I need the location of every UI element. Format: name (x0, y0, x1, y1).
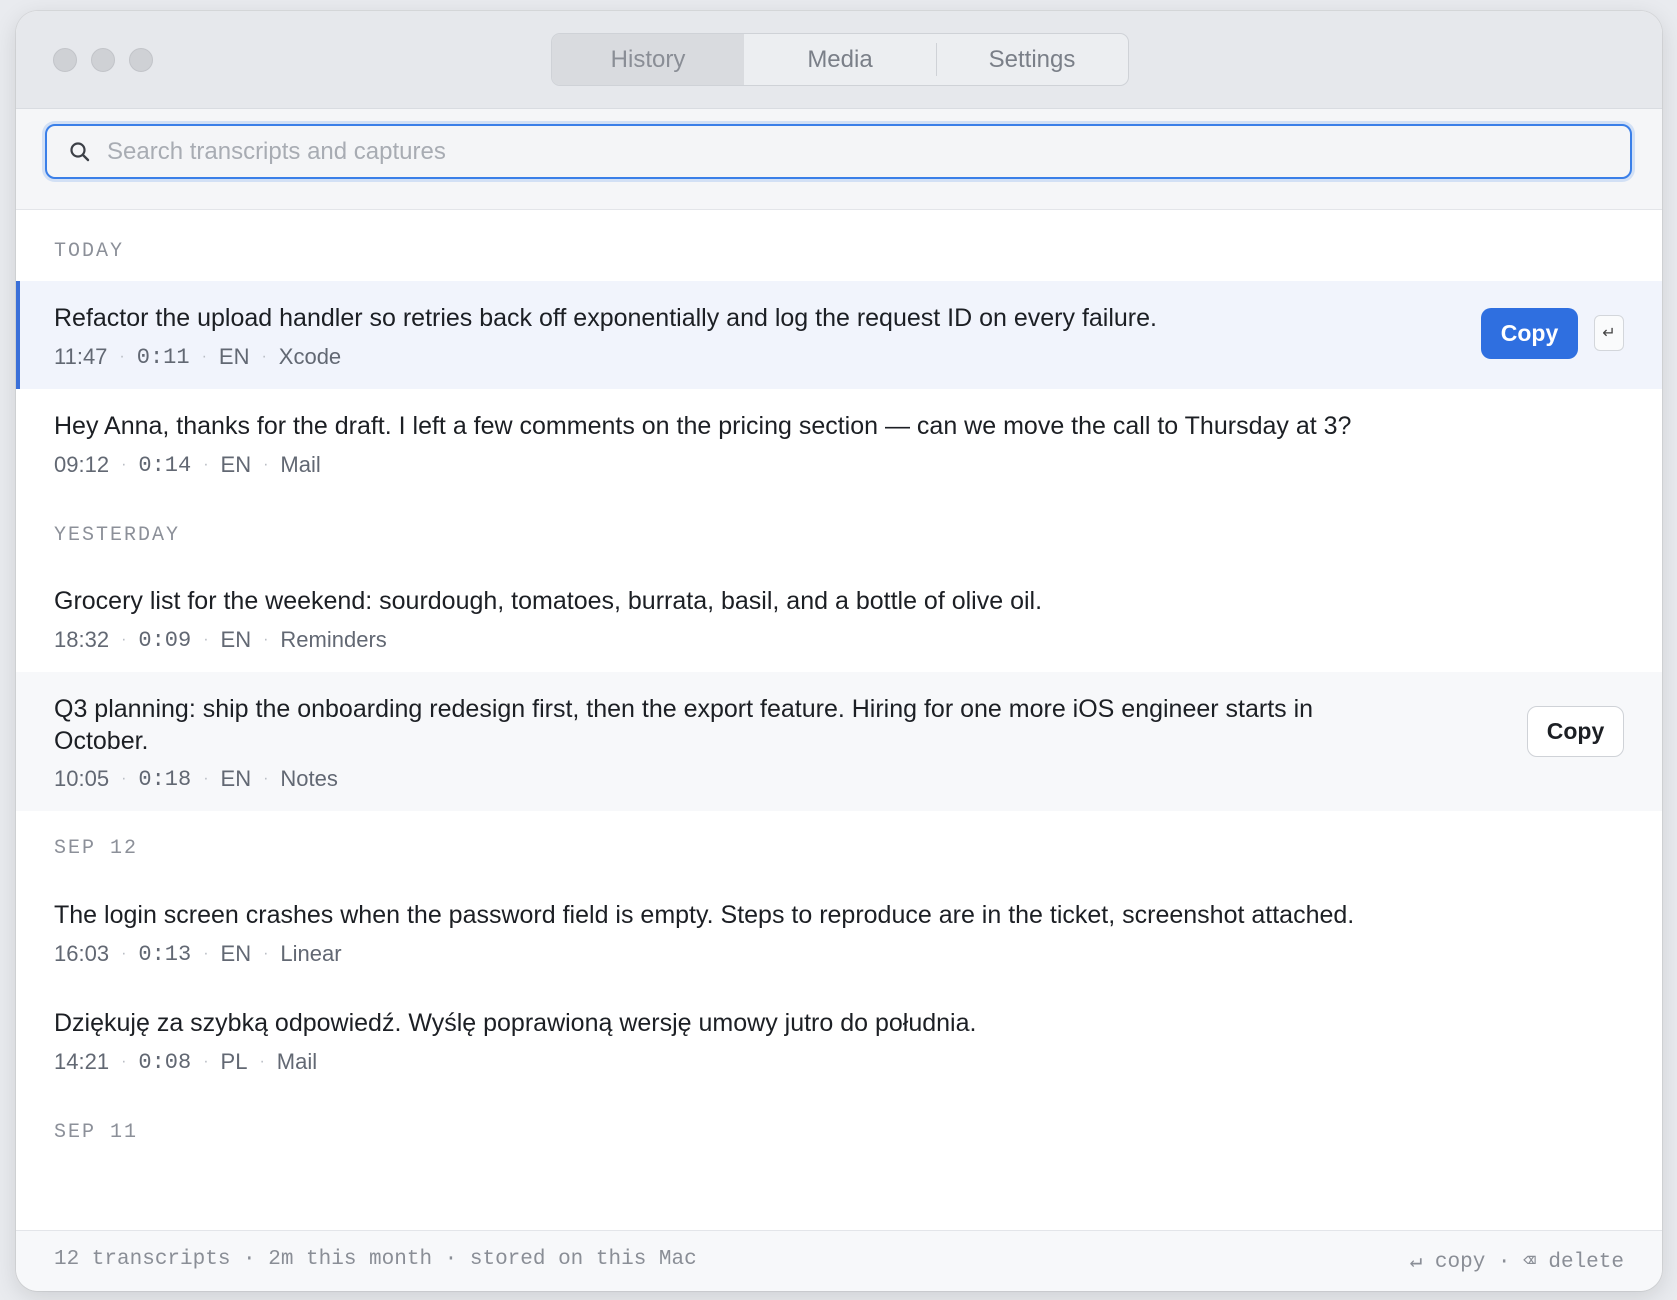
meta-separator: · (121, 1053, 127, 1070)
transcript-language: EN (218, 344, 250, 369)
meta-separator: · (263, 945, 269, 962)
meta-separator: · (119, 348, 125, 365)
meta-separator: · (203, 631, 209, 648)
section-heading-sep-12: SEP 12 (54, 837, 139, 860)
transcript-row[interactable]: Q3 planning: ship the onboarding redesig… (16, 672, 1662, 811)
transcript-duration: 0:13 (138, 941, 192, 967)
zoom-window-button[interactable] (129, 48, 153, 72)
transcript-app: Reminders (280, 627, 387, 652)
footer-summary: 12 transcripts · 2m this month · stored … (54, 1248, 697, 1271)
transcript-duration: 0:18 (138, 766, 192, 792)
transcript-app: Mail (276, 1049, 318, 1074)
transcript-duration: 0:11 (136, 344, 190, 370)
transcript-time: 09:12 (54, 452, 110, 477)
transcript-row[interactable]: Refactor the upload handler so retries b… (16, 281, 1662, 389)
transcript-language: EN (220, 452, 252, 477)
transcript-meta: 11:47 · 0:11 · EN · Xcode (54, 344, 341, 370)
search-input[interactable] (107, 137, 1507, 166)
meta-separator: · (203, 1053, 209, 1070)
meta-separator: · (201, 348, 207, 365)
transcript-meta: 16:03 · 0:13 · EN · Linear (54, 941, 342, 967)
transcript-list: TODAY Refactor the upload handler so ret… (16, 210, 1662, 1230)
copy-button[interactable]: Copy (1527, 706, 1624, 757)
transcript-language: EN (220, 627, 252, 652)
meta-separator: · (263, 631, 269, 648)
transcript-duration: 0:14 (138, 452, 192, 478)
meta-separator: · (121, 945, 127, 962)
tab-history[interactable]: History (552, 34, 744, 85)
transcript-time: 11:47 (54, 344, 108, 369)
copy-button[interactable]: Copy (1481, 308, 1578, 359)
transcript-app: Mail (280, 452, 321, 477)
transcript-meta: 18:32 · 0:09 · EN · Reminders (54, 627, 387, 653)
status-footer: 12 transcripts · 2m this month · stored … (16, 1230, 1662, 1291)
transcript-app: Linear (280, 941, 342, 966)
search-bar (16, 109, 1662, 210)
transcript-time: 16:03 (54, 941, 110, 966)
transcript-text: The login screen crashes when the passwo… (54, 901, 1355, 929)
meta-separator: · (121, 770, 127, 787)
meta-separator: · (203, 770, 209, 787)
transcript-language: EN (220, 941, 252, 966)
transcript-row[interactable]: Grocery list for the weekend: sourdough,… (16, 564, 1662, 672)
transcript-time: 14:21 (54, 1049, 110, 1074)
return-key-icon[interactable]: ↵ (1594, 315, 1624, 351)
footer-shortcut-hints: ↵ copy · ⌫ delete (1409, 1251, 1624, 1274)
meta-separator: · (263, 770, 269, 787)
meta-separator: · (203, 945, 209, 962)
search-icon (70, 141, 90, 161)
search-field[interactable] (45, 124, 1632, 179)
transcript-app: Xcode (278, 344, 342, 369)
section-heading-today: TODAY (54, 240, 125, 263)
transcript-row[interactable]: Dziękuję za szybką odpowiedź. Wyślę popr… (16, 986, 1662, 1094)
transcript-app: Notes (280, 766, 338, 791)
transcript-text: Hey Anna, thanks for the draft. I left a… (54, 412, 1352, 440)
tab-settings[interactable]: Settings (936, 34, 1128, 85)
close-window-button[interactable] (53, 48, 77, 72)
transcript-time: 18:32 (54, 627, 110, 652)
meta-separator: · (259, 1053, 265, 1070)
titlebar: History Media Settings (16, 11, 1662, 109)
transcript-text: Q3 planning: ship the onboarding redesig… (54, 695, 1314, 755)
meta-separator: · (261, 348, 267, 365)
transcript-text: Refactor the upload handler so retries b… (54, 304, 1157, 332)
transcript-meta: 10:05 · 0:18 · EN · Notes (54, 766, 338, 792)
section-heading-sep-11: SEP 11 (54, 1121, 139, 1144)
transcript-text: Grocery list for the weekend: sourdough,… (54, 587, 1043, 615)
transcript-meta: 09:12 · 0:14 · EN · Mail (54, 452, 321, 478)
transcript-duration: 0:09 (138, 627, 192, 653)
transcript-text: Dziękuję za szybką odpowiedź. Wyślę popr… (54, 1009, 977, 1037)
tab-media[interactable]: Media (744, 34, 936, 85)
transcript-row[interactable]: The login screen crashes when the passwo… (16, 878, 1662, 986)
section-heading-yesterday: YESTERDAY (54, 524, 181, 547)
tab-bar: History Media Settings (551, 33, 1129, 86)
app-window: History Media Settings TODAY Refactor th… (16, 11, 1662, 1291)
meta-separator: · (121, 631, 127, 648)
meta-separator: · (203, 456, 209, 473)
transcript-language: EN (220, 766, 252, 791)
transcript-meta: 14:21 · 0:08 · PL · Mail (54, 1049, 317, 1075)
window-controls (53, 48, 153, 72)
transcript-language: PL (220, 1049, 248, 1074)
minimize-window-button[interactable] (91, 48, 115, 72)
meta-separator: · (263, 456, 269, 473)
meta-separator: · (121, 456, 127, 473)
transcript-row[interactable]: Hey Anna, thanks for the draft. I left a… (16, 389, 1662, 497)
transcript-time: 10:05 (54, 766, 110, 791)
transcript-duration: 0:08 (138, 1049, 192, 1075)
